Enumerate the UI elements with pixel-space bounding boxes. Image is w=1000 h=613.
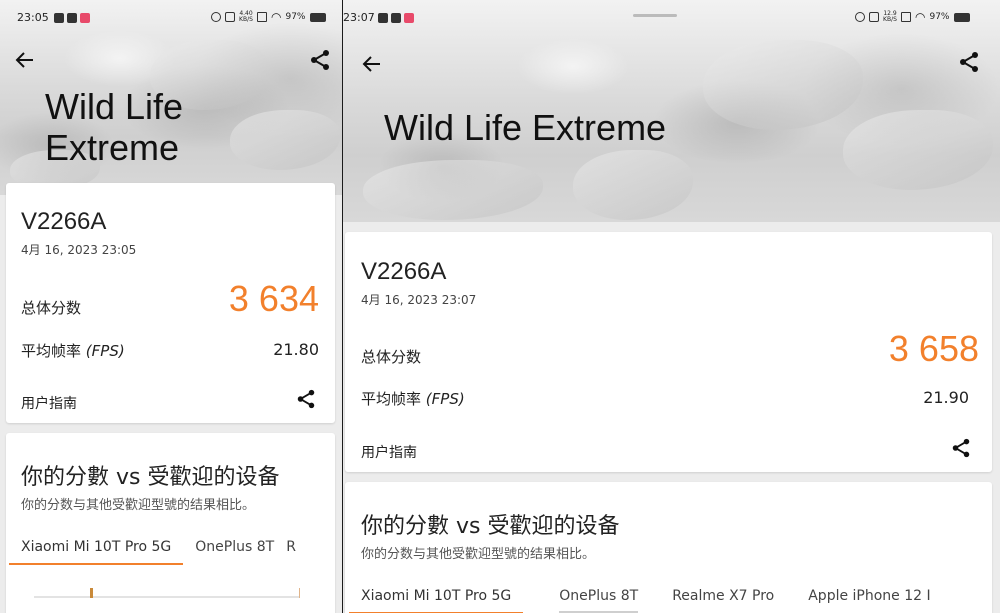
left-screen: 23:05 4.40 KB/S ◠ 97% Wild Life Extreme … bbox=[0, 0, 342, 613]
average-fps-label: 平均帧率 (FPS) bbox=[361, 388, 465, 409]
notification-icons bbox=[378, 13, 414, 23]
tab-oneplus-8t[interactable]: OnePlus 8T bbox=[559, 586, 638, 613]
overall-score-label: 总体分数 bbox=[21, 299, 82, 317]
status-bar: 23:07 12.9 KB/S ◠ 97% bbox=[343, 0, 1000, 34]
wifi-icon: ◠ bbox=[271, 10, 282, 24]
tab-oneplus-8t[interactable]: OnePlus 8T bbox=[195, 537, 274, 565]
sim-icon bbox=[901, 12, 911, 22]
comparison-title: 你的分數 vs 受歡迎的设备 bbox=[21, 465, 280, 490]
share-icon[interactable] bbox=[957, 50, 981, 74]
status-bar: 23:05 4.40 KB/S ◠ 97% bbox=[0, 0, 342, 34]
device-tabs: Xiaomi Mi 10T Pro 5G OnePlus 8T Realme X… bbox=[349, 586, 992, 613]
notification-icons bbox=[54, 13, 90, 23]
device-tabs: Xiaomi Mi 10T Pro 5G OnePlus 8T R bbox=[9, 537, 335, 565]
fps-label-text: 平均帧率 bbox=[21, 342, 82, 360]
status-right: 4.40 KB/S ◠ 97% bbox=[211, 10, 326, 24]
network-speed: 12.9 KB/S bbox=[883, 10, 897, 23]
average-fps-label: 平均帧率 (FPS) bbox=[21, 340, 125, 361]
comparison-card: 你的分數 vs 受歡迎的设备 你的分数与其他受歡迎型號的结果相比。 Xiaomi… bbox=[345, 482, 992, 613]
average-fps: 21.80 bbox=[273, 340, 319, 359]
user-guide-link[interactable]: 用户指南 bbox=[21, 393, 77, 413]
back-arrow-icon[interactable] bbox=[360, 52, 384, 76]
sim-icon bbox=[257, 12, 267, 22]
share-icon[interactable] bbox=[295, 388, 317, 410]
wifi-icon: ◠ bbox=[915, 10, 926, 24]
average-fps: 21.90 bbox=[923, 388, 969, 407]
status-time: 23:05 bbox=[17, 11, 49, 24]
device-name: V2266A bbox=[361, 258, 447, 285]
notification-icon bbox=[67, 13, 77, 23]
comparison-bar bbox=[34, 588, 300, 598]
alarm-icon bbox=[855, 12, 865, 22]
comparison-title: 你的分數 vs 受歡迎的设备 bbox=[361, 514, 620, 539]
result-card: V2266A 4月 16, 2023 23:07 总体分数 3 658 平均帧率… bbox=[345, 232, 992, 472]
tab-partial[interactable]: R bbox=[286, 537, 296, 565]
battery-percent: 97% bbox=[285, 12, 306, 22]
vibrate-icon bbox=[225, 12, 235, 22]
comparison-subtitle: 你的分数与其他受歡迎型號的结果相比。 bbox=[21, 498, 256, 513]
benchmark-title: Wild Life Extreme bbox=[45, 86, 184, 169]
back-arrow-icon[interactable] bbox=[13, 48, 37, 72]
window-handle[interactable] bbox=[633, 14, 677, 17]
battery-icon bbox=[309, 12, 326, 22]
tab-apple-iphone-12[interactable]: Apple iPhone 12 I bbox=[808, 586, 930, 613]
network-speed: 4.40 KB/S bbox=[239, 10, 253, 23]
benchmark-title: Wild Life Extreme bbox=[384, 107, 667, 148]
fps-unit: (FPS) bbox=[85, 342, 125, 360]
notification-icon bbox=[391, 13, 401, 23]
notification-icon bbox=[378, 13, 388, 23]
comparison-card: 你的分數 vs 受歡迎的设备 你的分数与其他受歡迎型號的结果相比。 Xiaomi… bbox=[6, 433, 335, 613]
overall-score: 3 634 bbox=[228, 278, 319, 319]
test-date: 4月 16, 2023 23:07 bbox=[361, 293, 477, 307]
tab-realme-x7-pro[interactable]: Realme X7 Pro bbox=[672, 586, 774, 613]
vibrate-icon bbox=[869, 12, 879, 22]
tab-xiaomi-mi-10t-pro-5g[interactable]: Xiaomi Mi 10T Pro 5G bbox=[349, 586, 524, 613]
battery-percent: 97% bbox=[929, 12, 950, 22]
app-notification-icon bbox=[80, 13, 90, 23]
user-guide-link[interactable]: 用户指南 bbox=[361, 442, 417, 462]
fps-unit: (FPS) bbox=[425, 390, 465, 408]
result-card: V2266A 4月 16, 2023 23:05 总体分数 3 634 平均帧率… bbox=[6, 183, 335, 423]
alarm-icon bbox=[211, 12, 221, 22]
tab-xiaomi-mi-10t-pro-5g[interactable]: Xiaomi Mi 10T Pro 5G bbox=[9, 537, 184, 565]
comparison-subtitle: 你的分数与其他受歡迎型號的结果相比。 bbox=[361, 547, 596, 562]
status-right: 12.9 KB/S ◠ 97% bbox=[855, 10, 970, 24]
share-icon[interactable] bbox=[950, 437, 972, 459]
notification-icon bbox=[54, 13, 64, 23]
overall-score: 3 658 bbox=[888, 328, 979, 369]
device-name: V2266A bbox=[21, 208, 107, 235]
share-icon[interactable] bbox=[308, 48, 332, 72]
overall-score-label: 总体分数 bbox=[361, 348, 422, 366]
app-notification-icon bbox=[404, 13, 414, 23]
battery-icon bbox=[953, 12, 970, 22]
test-date: 4月 16, 2023 23:05 bbox=[21, 243, 137, 257]
right-screen: 23:07 12.9 KB/S ◠ 97% Wild Life Extreme … bbox=[343, 0, 1000, 613]
fps-label-text: 平均帧率 bbox=[361, 390, 422, 408]
status-time: 23:07 bbox=[343, 11, 375, 24]
